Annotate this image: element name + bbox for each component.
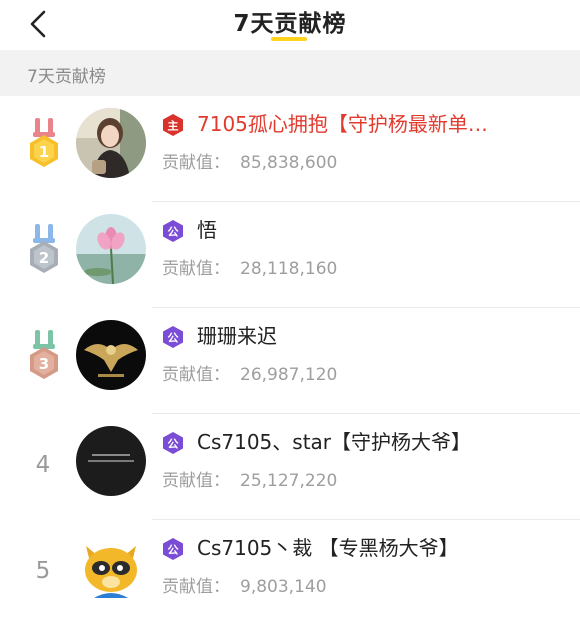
contribution-value: 贡献值： 85,838,600 xyxy=(162,148,337,173)
contribution-label: 贡献值： xyxy=(162,153,230,173)
avatar[interactable] xyxy=(76,214,146,284)
avatar[interactable] xyxy=(76,320,146,390)
role-badge-icon: 公 xyxy=(163,326,183,348)
contribution-label: 贡献值： xyxy=(162,259,230,279)
svg-text:公: 公 xyxy=(168,226,179,239)
avatar[interactable] xyxy=(76,108,146,178)
user-name: Cs7105、star【守护杨大爷】 xyxy=(197,430,472,454)
user-name: Cs7105丶裁 【专黑杨大爷】 xyxy=(197,536,459,560)
contribution-value: 贡献值： 26,987,120 xyxy=(162,360,337,385)
section-header: 7天贡献榜 xyxy=(0,50,580,96)
contribution-value: 贡献值： 9,803,140 xyxy=(162,572,327,597)
contribution-number: 85,838,600 xyxy=(240,153,338,173)
medal-rank-text: 3 xyxy=(39,355,49,373)
role-badge-icon: 公 xyxy=(163,432,183,454)
svg-text:公: 公 xyxy=(168,332,179,345)
contribution-number: 26,987,120 xyxy=(240,365,338,385)
role-badge-icon: 公 xyxy=(163,538,183,560)
header-bar: 7天贡献榜 xyxy=(0,0,580,48)
rank-number: 4 xyxy=(35,452,51,478)
ranking-row-4[interactable]: 4 公 Cs7105、star【守护杨大爷】 贡献值： 25,127,220 xyxy=(0,414,580,520)
silver-medal-icon: 2 xyxy=(30,224,58,273)
ranking-row-5[interactable]: 5 公 Cs7105丶裁 【专黑杨大爷】 贡献值： 9,803,140 xyxy=(0,520,580,618)
avatar[interactable] xyxy=(76,426,146,496)
contribution-number: 9,803,140 xyxy=(240,577,327,597)
portrait-photo-avatar xyxy=(76,108,146,178)
ranking-row-3[interactable]: 3 公 珊珊来迟 贡献值： 26,987,120 xyxy=(0,308,580,414)
gold-medal-icon: 1 xyxy=(30,118,58,167)
contribution-number: 25,127,220 xyxy=(240,471,338,491)
page-title: 7天贡献榜 xyxy=(233,11,347,37)
eagle-emblem-avatar xyxy=(76,320,146,390)
contribution-number: 28,118,160 xyxy=(240,259,338,279)
medal-rank-text: 1 xyxy=(39,143,49,161)
avatar[interactable] xyxy=(76,532,146,602)
user-name: 7105孤心拥抱【守护杨最新单… xyxy=(197,112,488,136)
role-badge-icon: 公 xyxy=(163,220,183,242)
rank-number: 5 xyxy=(35,558,51,584)
svg-text:公: 公 xyxy=(168,438,179,451)
bronze-medal-icon: 3 xyxy=(30,330,58,379)
tab-indicator xyxy=(271,37,307,41)
section-label: 7天贡献榜 xyxy=(27,67,106,87)
contribution-label: 贡献值： xyxy=(162,471,230,491)
medal-rank-text: 2 xyxy=(39,249,49,267)
role-badge-icon: 主 xyxy=(163,114,183,136)
user-name: 悟 xyxy=(197,218,217,242)
contribution-value: 贡献值： 25,127,220 xyxy=(162,466,337,491)
ranking-row-1[interactable]: 1 主 7105孤心拥抱【守护杨最新单… 贡献值： 85,838,600 xyxy=(0,96,580,202)
lotus-flower-avatar xyxy=(76,214,146,284)
raccoon-mascot-avatar xyxy=(76,532,146,602)
user-name: 珊珊来迟 xyxy=(197,324,277,348)
ranking-row-2[interactable]: 2 公 悟 贡献值： 28,118,160 xyxy=(0,202,580,308)
svg-text:公: 公 xyxy=(168,544,179,557)
contribution-value: 贡献值： 28,118,160 xyxy=(162,254,337,279)
contribution-label: 贡献值： xyxy=(162,365,230,385)
svg-text:主: 主 xyxy=(168,119,179,133)
dark-text-avatar xyxy=(76,426,146,496)
contribution-label: 贡献值： xyxy=(162,577,230,597)
